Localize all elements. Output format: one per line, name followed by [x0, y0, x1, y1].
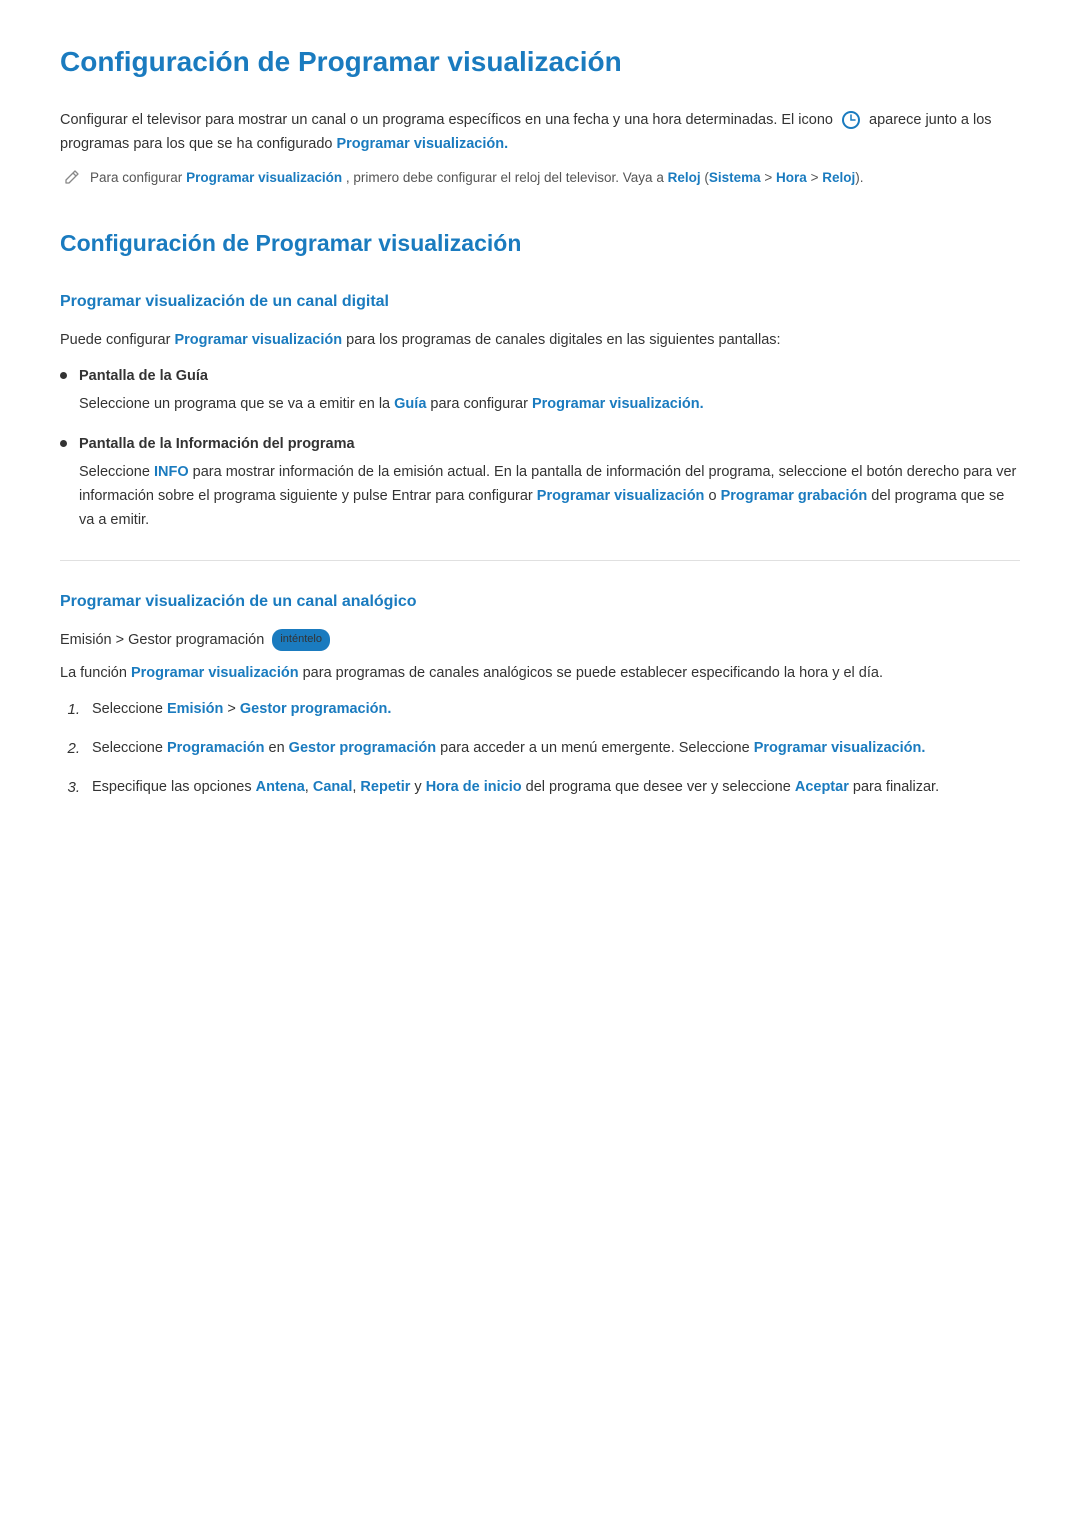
note-mid: , primero debe configurar el reloj del t…	[346, 170, 664, 185]
step-number-1: 1.	[60, 698, 80, 723]
sub1-intro-bold: Programar visualización	[174, 332, 342, 348]
sub1-intro-post: para los programas de canales digitales …	[346, 332, 780, 348]
step3-bold2: Canal	[313, 779, 353, 795]
bullet-desc-1: Seleccione un programa que se va a emiti…	[79, 396, 704, 412]
step1-bold2: Gestor programación.	[240, 701, 391, 717]
section-divider	[60, 560, 1020, 561]
bullet-dot-1	[60, 372, 67, 379]
sub1-intro-pre: Puede configurar	[60, 332, 170, 348]
tv-clock-icon	[841, 110, 861, 130]
sub2-intro-bold: Programar visualización	[131, 665, 299, 681]
bullet2-bold1: INFO	[154, 464, 189, 480]
bullet-desc-2: Seleccione INFO para mostrar información…	[79, 464, 1016, 528]
step3-bold5: Aceptar	[795, 779, 849, 795]
bullet-content-2: Pantalla de la Información del programa …	[79, 433, 1020, 533]
note-bold4: Hora	[776, 170, 807, 185]
note-bold2: Reloj	[668, 170, 701, 185]
note-bold5: Reloj	[822, 170, 855, 185]
step-content-3: Especifique las opciones Antena, Canal, …	[92, 776, 939, 800]
subsection2-title: Programar visualización de un canal anal…	[60, 589, 1020, 615]
subsection2-intro: La función Programar visualización para …	[60, 662, 1020, 686]
bullet-title-1: Pantalla de la Guía	[79, 365, 1020, 389]
bullet-list-digital: Pantalla de la Guía Seleccione un progra…	[60, 365, 1020, 533]
note-arrow1: >	[761, 170, 776, 185]
list-item: Pantalla de la Guía Seleccione un progra…	[60, 365, 1020, 417]
list-item: Pantalla de la Información del programa …	[60, 433, 1020, 533]
bullet1-bold2: Programar visualización.	[532, 396, 704, 412]
intro-paragraph: Configurar el televisor para mostrar un …	[60, 109, 1020, 157]
note-bold3: Sistema	[709, 170, 761, 185]
try-badge[interactable]: inténtelo	[272, 629, 330, 651]
note-bold1: Programar visualización	[186, 170, 342, 185]
bullet-content-1: Pantalla de la Guía Seleccione un progra…	[79, 365, 1020, 417]
step3-bold4: Hora de inicio	[426, 779, 522, 795]
intro-text-pre: Configurar el televisor para mostrar un …	[60, 112, 833, 128]
step2-bold1: Programación	[167, 740, 265, 756]
step-content-1: Seleccione Emisión > Gestor programación…	[92, 698, 391, 722]
note-pre: Para configurar	[90, 170, 182, 185]
path-bold1: Emisión	[60, 632, 112, 648]
path-line: Emisión > Gestor programación inténtelo	[60, 629, 1020, 652]
subsection1-intro: Puede configurar Programar visualización…	[60, 329, 1020, 353]
list-item: 3. Especifique las opciones Antena, Cana…	[60, 776, 1020, 801]
bullet2-bold2: Programar visualización	[537, 488, 705, 504]
bullet2-bold3: Programar grabación	[721, 488, 868, 504]
numbered-list-analog: 1. Seleccione Emisión > Gestor programac…	[60, 698, 1020, 800]
step-number-3: 3.	[60, 776, 80, 801]
note-paren-close: ).	[855, 170, 863, 185]
path-bold2: Gestor programación	[128, 632, 264, 648]
bullet-dot-2	[60, 440, 67, 447]
step3-bold1: Antena	[256, 779, 305, 795]
list-item: 1. Seleccione Emisión > Gestor programac…	[60, 698, 1020, 723]
bullet-title-2: Pantalla de la Información del programa	[79, 433, 1020, 457]
section-title: Configuración de Programar visualización	[60, 225, 1020, 262]
note-box: Para configurar Programar visualización …	[60, 167, 1020, 193]
step2-bold3: Programar visualización.	[754, 740, 926, 756]
bullet1-bold1: Guía	[394, 396, 426, 412]
step3-bold3: Repetir	[360, 779, 410, 795]
step-content-2: Seleccione Programación en Gestor progra…	[92, 737, 925, 761]
note-content: Para configurar Programar visualización …	[90, 167, 863, 189]
subsection1-title: Programar visualización de un canal digi…	[60, 289, 1020, 315]
programar-viz-link1: Programar visualización.	[336, 136, 508, 152]
note-arrow2: >	[807, 170, 822, 185]
list-item: 2. Seleccione Programación en Gestor pro…	[60, 737, 1020, 762]
step-number-2: 2.	[60, 737, 80, 762]
path-arrow: >	[116, 632, 129, 648]
step1-bold1: Emisión	[167, 701, 223, 717]
step2-bold2: Gestor programación	[289, 740, 436, 756]
pencil-icon	[64, 169, 80, 193]
page-title: Configuración de Programar visualización	[60, 40, 1020, 85]
